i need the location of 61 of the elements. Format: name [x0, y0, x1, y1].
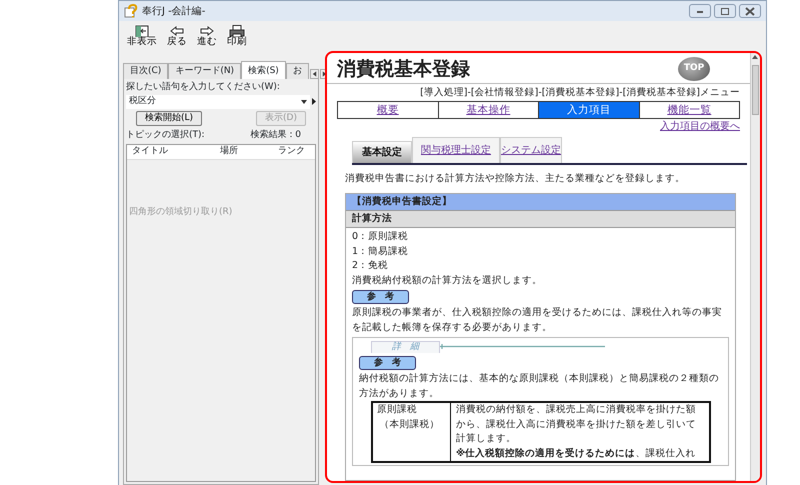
- page-title: 消費税基本登録: [337, 58, 470, 80]
- note-text: ※仕入税額控除の適用を受けるためには、課税仕入れ: [456, 446, 696, 461]
- term-text: （本則課税）: [378, 418, 440, 432]
- window-title: 奉行J -会計編-: [142, 4, 206, 18]
- help-icon: [124, 4, 138, 18]
- pane-tab[interactable]: 目次(C): [123, 62, 168, 79]
- detail-text: 納付税額の計算方法には、基本的な原則課税（本則課税）と簡易課税の２種類の方法があります。: [359, 372, 720, 401]
- search-start-button[interactable]: 検索開始(L): [136, 111, 202, 126]
- breadcrumb: [導入処理]-[会社情報登録]-[消費税基本登録]-[消費税基本登録]メニュー: [419, 86, 741, 100]
- printer-icon: [229, 24, 245, 37]
- back-arrow-icon: [169, 24, 185, 37]
- close-button[interactable]: [739, 4, 761, 18]
- print-button[interactable]: 印刷: [225, 24, 249, 47]
- maximize-icon: [719, 6, 731, 16]
- nav-tab[interactable]: 機能一覧: [640, 102, 739, 118]
- subsection-title: 計算方法: [346, 210, 735, 228]
- intro-text: 消費税申告書における計算方法や控除方法、主たる業種などを登録します。: [345, 172, 686, 186]
- search-label: 探したい語句を入力してください(W):: [126, 81, 281, 94]
- topic-label: トピックの選択(T):: [126, 128, 205, 142]
- forward-arrow-icon: [199, 24, 215, 37]
- reference-label: 参 考: [352, 290, 409, 304]
- section-title: 【消費税申告書設定】: [346, 194, 735, 211]
- history-menu-button[interactable]: [312, 98, 316, 105]
- column-header[interactable]: ランク: [273, 145, 305, 159]
- forward-button[interactable]: 進む: [195, 24, 219, 47]
- nav-tab[interactable]: 概要: [338, 102, 438, 118]
- minimize-button[interactable]: [689, 4, 711, 18]
- vertical-scrollbar[interactable]: [750, 53, 760, 481]
- content-tab[interactable]: システム設定: [500, 137, 562, 164]
- pane-tab[interactable]: 検索(S): [241, 61, 286, 79]
- dropdown-caret-icon: [300, 100, 306, 104]
- scrollbar-thumb[interactable]: [752, 65, 759, 115]
- pane-tab[interactable]: キーワード(N): [168, 62, 242, 79]
- scroll-left-button[interactable]: [310, 69, 319, 79]
- reference-label: 参 考: [359, 356, 416, 370]
- hide-pane-icon: [134, 24, 150, 37]
- column-header[interactable]: 場所: [215, 145, 273, 159]
- right-caret-icon: [312, 98, 316, 105]
- content-tab[interactable]: 関与税理士設定: [412, 137, 500, 164]
- option-text: 0：原則課税: [352, 230, 410, 244]
- option-text: 1：簡易課税: [352, 244, 410, 258]
- content-tab[interactable]: 基本設定: [352, 141, 412, 164]
- search-combo[interactable]: 税区分: [126, 94, 310, 108]
- option-text: 2：免税: [352, 259, 390, 273]
- reference-text: 原則課税の事業者が、仕入税額控除の適用を受けるためには、課税仕入れ等の事実を記載した帳簿を保存する必要があります。: [352, 306, 723, 334]
- left-arrow-icon: [310, 70, 318, 78]
- nav-tab[interactable]: 入力項目: [539, 102, 640, 118]
- hide-button[interactable]: 非表示: [125, 24, 159, 47]
- faded-menu-text: 四角形の領域切り取り(R): [128, 206, 234, 219]
- definition-text: 消費税の納付額を、課税売上高に消費税率を掛けた額から、課税仕入高に消費税率を掛けた額を差し引いて計算します。: [456, 403, 697, 446]
- term-text: 原則課税: [377, 403, 418, 418]
- result-count: 検索結果：0: [250, 128, 301, 142]
- divider-line-icon: [440, 344, 605, 349]
- overview-link[interactable]: 入力項目の概要へ: [660, 121, 740, 132]
- back-button[interactable]: 戻る: [165, 24, 189, 47]
- description-text: 消費税納付税額の計算方法を選択します。: [352, 274, 543, 288]
- column-header[interactable]: タイトル: [127, 145, 215, 159]
- maximize-button[interactable]: [714, 4, 736, 18]
- scroll-up-icon: [751, 53, 759, 61]
- close-icon: [744, 6, 756, 16]
- pane-tab[interactable]: お: [286, 62, 309, 79]
